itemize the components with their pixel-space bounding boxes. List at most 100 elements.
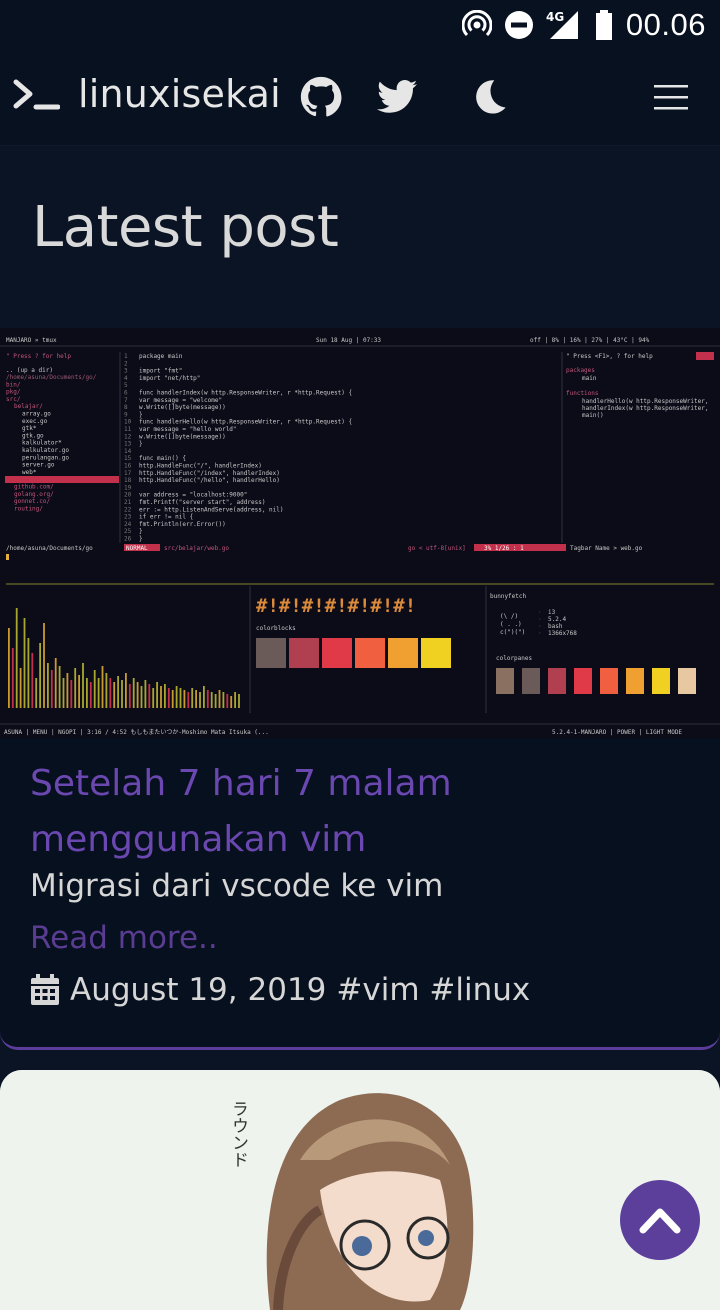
bunnyfetch-bullet: · (538, 623, 542, 630)
svg-text:( . .): ( . .) (500, 621, 522, 628)
github-icon[interactable] (300, 76, 342, 118)
bunnyfetch-bullet: · (538, 616, 542, 623)
line-number: 16 (124, 463, 132, 470)
tree-item: perulangan.go (22, 454, 69, 461)
line-number: 22 (124, 506, 132, 513)
visualizer-bar (160, 686, 162, 708)
status-icons: 4G 00.06 (461, 6, 706, 44)
tree-item: web* (22, 469, 37, 476)
tagbar-item: packages (566, 367, 595, 374)
visualizer-bar (105, 673, 108, 708)
code-line: import "fmt" (139, 368, 182, 375)
bunnyfetch-label: bunnyfetch (490, 593, 527, 600)
line-number: 14 (124, 448, 132, 455)
line-number: 13 (124, 441, 132, 448)
tmux-top-left: MANJARO » tmux (6, 337, 57, 344)
tmux-bottom-right: 5.2.4-1-MANJARO | POWER | LIGHT MODE (552, 729, 682, 736)
visualizer-bar (148, 684, 151, 708)
visualizer-bar (156, 682, 158, 708)
svg-text:c(")("): c(")(") (500, 629, 525, 636)
tree-item: pkg/ (6, 389, 21, 396)
tree-item: github.com/ (14, 484, 54, 491)
do-not-disturb-icon (504, 11, 533, 39)
battery-icon (595, 10, 612, 40)
code-line: http.HandleFunc("/index", handlerIndex) (139, 470, 280, 477)
colorblock-swatch (289, 638, 319, 668)
tagbar-item: handlerHello(w http.ResponseWriter, (582, 398, 708, 405)
tagbar-item: functions (566, 390, 599, 397)
bunny-art: (\ /) (500, 613, 518, 620)
visualizer-bar (187, 692, 190, 708)
visualizer-bar (117, 676, 119, 708)
post-title-link[interactable]: Setelah 7 hari 7 malam menggunakan vim (30, 756, 680, 868)
code-line: func main() { (139, 455, 186, 462)
visualizer-bar (15, 608, 18, 708)
post-thumbnail[interactable]: MANJARO » tmux Sun 18 Aug | 07:33 off | … (0, 328, 720, 738)
tree-cwd: /home/asuna/Documents/go/ (6, 374, 97, 381)
line-number: 4 (124, 375, 128, 382)
visualizer-bar (35, 678, 38, 708)
chevron-up-icon (639, 1208, 681, 1234)
colorpane-swatch (574, 668, 592, 694)
vim-fileinfo: go < utf-8[unix] (408, 545, 466, 552)
hamburger-menu-icon[interactable] (650, 76, 694, 118)
visualizer-bar (50, 670, 53, 708)
visualizer-bar (97, 678, 100, 708)
code-line: w.Write([]byte(message)) (139, 404, 226, 411)
code-line: func handlerIndex(w http.ResponseWriter,… (139, 390, 352, 397)
code-line: } (139, 536, 143, 543)
post-thumbnail[interactable]: ラウンド (0, 1070, 720, 1310)
visualizer-bar (86, 678, 88, 708)
tagbar-help: " Press <F1>, ? for help (566, 353, 653, 360)
tree-item: golang.org/ (14, 491, 54, 498)
visualizer-bar (199, 692, 201, 708)
tree-item: array.go (22, 411, 51, 418)
vim-position: 3% 1/26 : 1 (484, 545, 524, 552)
terminal-prompt-icon (13, 79, 60, 110)
visualizer-bar (19, 668, 22, 708)
brand-link[interactable]: linuxisekai (12, 72, 281, 116)
tagbar-item: handlerIndex(w http.ResponseWriter, (582, 405, 708, 412)
line-number: 26 (124, 536, 132, 543)
colorblock-swatch (256, 638, 286, 668)
visualizer-bar (132, 678, 135, 708)
visualizer-bar (183, 690, 186, 708)
vim-mode: NORMAL (126, 545, 148, 552)
visualizer-bar (62, 678, 65, 708)
code-line: w.Write([]byte(message)) (139, 433, 226, 440)
visualizer-bar (70, 680, 73, 708)
code-line: http.HandleFunc("/hello", handlerHello) (139, 477, 280, 484)
tmux-clock: Sun 18 Aug | 07:33 (316, 337, 381, 344)
twitter-icon[interactable] (376, 76, 418, 118)
status-bar: 4G 00.06 (0, 0, 720, 50)
line-number: 20 (124, 492, 132, 499)
signal-4g-icon: 4G (546, 10, 578, 39)
line-number: 17 (124, 470, 132, 477)
scroll-to-top-button[interactable] (620, 1180, 700, 1260)
visualizer-bar (54, 658, 57, 708)
post-meta: August 19, 2019 #vim #linux (30, 972, 530, 1008)
code-line: func handlerHello(w http.ResponseWriter,… (139, 419, 352, 426)
visualizer-bar (167, 688, 170, 708)
moon-icon[interactable] (468, 76, 510, 118)
calendar-icon (31, 974, 59, 1005)
code-line: http.HandleFunc("/", handlerIndex) (139, 463, 262, 470)
visualizer-bar (39, 643, 41, 708)
read-more-link[interactable]: Read more.. (30, 920, 218, 956)
colorpane-swatch (548, 668, 566, 694)
visualizer-bar (175, 686, 178, 708)
post-date: August 19, 2019 (70, 972, 327, 1008)
visualizer-bar (203, 686, 205, 708)
colorblocks-hashes: #!#!#!#!#!#!#! (256, 595, 416, 617)
line-number: 3 (124, 368, 128, 375)
vertical-jp-text: ラウンド (228, 1100, 248, 1168)
post-description: Migrasi dari vscode ke vim (30, 868, 444, 904)
line-number: 8 (124, 404, 128, 411)
code-line: if err != nil { (139, 514, 193, 521)
colorblocks-label: colorblocks (256, 625, 296, 632)
code-line: var address = "localhost:9000" (139, 492, 247, 499)
code-line: import "net/http" (139, 375, 200, 382)
post-card: MANJARO » tmux Sun 18 Aug | 07:33 off | … (0, 328, 720, 1050)
post-tags[interactable]: #vim #linux (336, 972, 530, 1008)
visualizer-bar (230, 696, 233, 708)
